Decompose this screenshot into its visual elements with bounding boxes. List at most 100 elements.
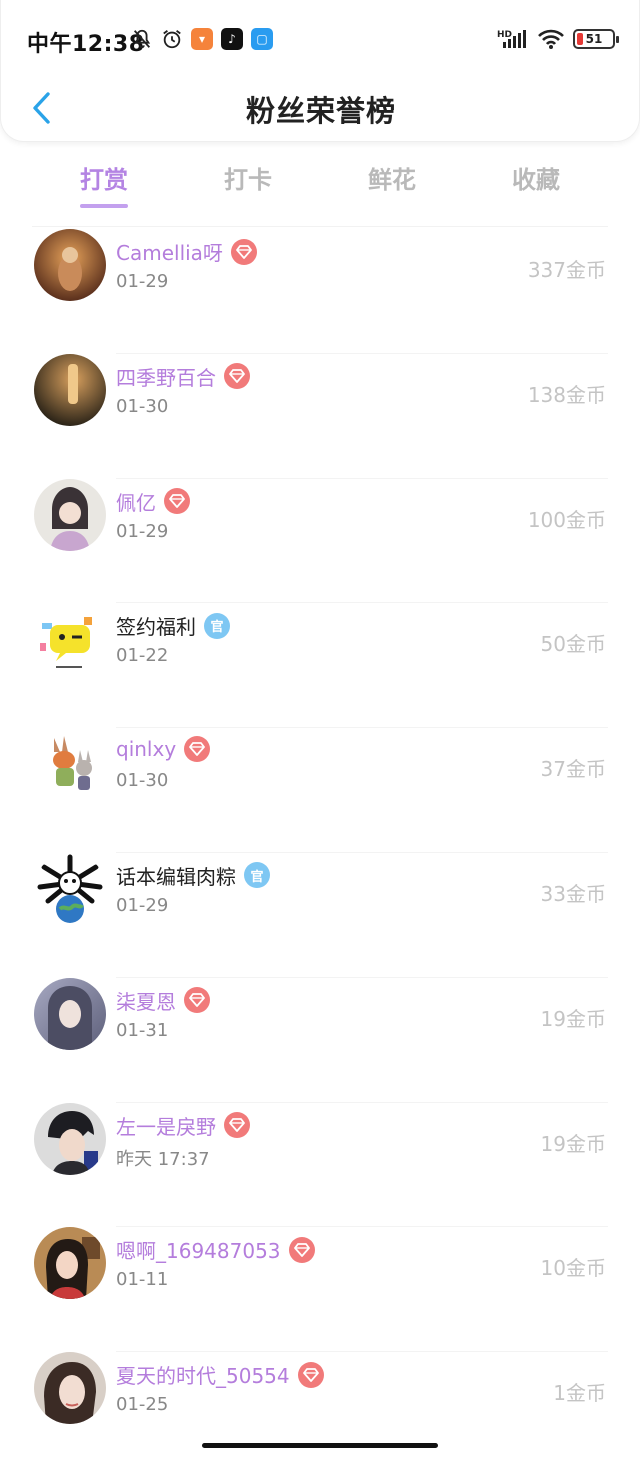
avatar[interactable]	[34, 728, 106, 801]
tab-label: 打赏	[80, 166, 128, 194]
battery-indicator: 51	[573, 29, 619, 49]
avatar[interactable]	[34, 229, 106, 301]
username[interactable]: Camellia呀	[116, 237, 223, 266]
tabs-divider	[32, 226, 608, 227]
tab-checkin[interactable]: 打卡	[176, 150, 320, 210]
avatar[interactable]	[34, 977, 106, 1050]
coin-amount: 138金币	[527, 382, 606, 407]
name-line: 佩亿	[116, 487, 190, 516]
coin-amount: 33金币	[540, 881, 606, 906]
tiktok-notification-icon: ♪	[221, 28, 243, 50]
coin-amount: 50金币	[540, 632, 606, 657]
avatar[interactable]	[34, 1227, 106, 1300]
reward-date: 01-29	[116, 520, 169, 542]
vip-diamond-badge	[230, 238, 257, 265]
diamond-icon	[293, 1242, 310, 1257]
mute-bell-icon	[133, 29, 151, 49]
username[interactable]: 话本编辑肉粽	[116, 861, 236, 890]
tab-label: 鲜花	[368, 166, 416, 194]
list-item[interactable]: 柒夏恩 01-31 19金币	[0, 977, 640, 1103]
tab-label: 收藏	[512, 166, 560, 194]
cellular-signal-icon: HD	[497, 30, 526, 48]
reward-date: 01-30	[116, 395, 169, 417]
coin-amount: 10金币	[540, 1256, 606, 1281]
vip-diamond-badge	[288, 1236, 315, 1263]
name-line: qinlxy	[116, 736, 211, 763]
avatar[interactable]	[34, 353, 106, 426]
vip-diamond-badge	[224, 363, 250, 390]
name-line: 嗯啊_169487053	[116, 1235, 315, 1264]
tab-reward[interactable]: 打赏	[32, 150, 176, 210]
diamond-icon	[189, 742, 206, 757]
reward-date: 昨天 17:37	[116, 1148, 210, 1170]
status-time: 中午12:38	[27, 32, 145, 57]
reward-date: 01-11	[116, 1269, 169, 1291]
avatar[interactable]	[34, 603, 106, 676]
reward-date: 01-29	[116, 271, 169, 292]
diamond-icon	[236, 244, 252, 259]
tab-flowers[interactable]: 鲜花	[320, 150, 464, 210]
wifi-icon	[538, 29, 564, 49]
diamond-icon	[302, 1367, 319, 1382]
list-item[interactable]: 四季野百合 01-30 138金币	[0, 353, 640, 479]
header-card: 中午12:38 ▾ ♪ ▢ HD 51 粉丝荣誉榜	[0, 0, 640, 142]
list-item[interactable]: 签约福利 官 01-22 50金币	[0, 603, 640, 729]
avatar[interactable]	[34, 1352, 106, 1425]
vip-diamond-badge	[184, 736, 211, 763]
reward-date: 01-31	[116, 1019, 169, 1041]
coin-amount: 37金币	[540, 757, 606, 782]
app-notification-orange-icon: ▾	[191, 28, 213, 50]
list-item[interactable]: 话本编辑肉粽 官 01-29 33金币	[0, 852, 640, 978]
list-item[interactable]: 左一是戾野 昨天 17:37 19金币	[0, 1102, 640, 1228]
reward-date: 01-30	[116, 770, 169, 792]
status-system-icons: HD 51	[497, 28, 619, 50]
name-line: 四季野百合	[116, 362, 250, 391]
tab-label: 打卡	[224, 166, 272, 194]
list-item[interactable]: 嗯啊_169487053 01-11 10金币	[0, 1227, 640, 1353]
coin-amount: 19金币	[540, 1131, 606, 1156]
diamond-icon	[169, 494, 185, 508]
diamond-icon	[189, 993, 205, 1008]
navigation-bar: 粉丝荣誉榜	[1, 80, 640, 136]
username[interactable]: qinlxy	[116, 737, 176, 761]
name-line: 柒夏恩	[116, 986, 210, 1015]
coin-amount: 100金币	[527, 507, 606, 532]
battery-level: 51	[585, 32, 603, 46]
avatar[interactable]	[34, 478, 106, 551]
coin-amount: 337金币	[527, 258, 606, 282]
name-line: 话本编辑肉粽 官	[116, 861, 270, 890]
app-notification-blue-icon: ▢	[251, 28, 273, 50]
username[interactable]: 夏天的时代_50554	[116, 1360, 290, 1389]
reward-date: 01-29	[116, 894, 169, 916]
list-item[interactable]: Camellia呀 01-29 337金币	[0, 229, 640, 354]
vip-diamond-badge	[224, 1112, 250, 1139]
avatar[interactable]	[34, 1102, 106, 1175]
alarm-clock-icon	[163, 30, 181, 49]
list-item[interactable]: 佩亿 01-29 100金币	[0, 478, 640, 604]
avatar[interactable]	[34, 852, 106, 925]
active-tab-indicator	[80, 204, 128, 208]
tab-favorites[interactable]: 收藏	[464, 150, 608, 210]
username[interactable]: 嗯啊_169487053	[116, 1235, 281, 1264]
home-indicator[interactable]	[202, 1443, 438, 1448]
name-line: 签约福利 官	[116, 611, 230, 640]
username[interactable]: 签约福利	[116, 611, 196, 640]
vip-diamond-badge	[184, 987, 210, 1014]
official-badge: 官	[204, 612, 230, 639]
reward-date: 01-22	[116, 645, 169, 667]
username[interactable]: 左一是戾野	[116, 1111, 216, 1140]
vip-diamond-badge	[297, 1361, 324, 1388]
username[interactable]: 四季野百合	[116, 362, 216, 391]
official-badge: 官	[244, 862, 270, 889]
diamond-icon	[229, 369, 245, 384]
username[interactable]: 柒夏恩	[116, 986, 176, 1015]
fan-ranking-list: Camellia呀 01-29 337金币 四季野百合 01-30 138金币 …	[0, 229, 640, 1458]
name-line: 左一是戾野	[116, 1111, 250, 1140]
status-bar: 中午12:38 ▾ ♪ ▢ HD 51	[1, 22, 640, 62]
list-item[interactable]: qinlxy 01-30 37金币	[0, 728, 640, 853]
page-title: 粉丝荣誉榜	[245, 94, 396, 128]
svg-text:HD: HD	[497, 30, 512, 40]
username[interactable]: 佩亿	[116, 487, 156, 516]
status-notification-icons: ▾ ♪ ▢	[131, 28, 273, 50]
coin-amount: 19金币	[540, 1006, 606, 1031]
